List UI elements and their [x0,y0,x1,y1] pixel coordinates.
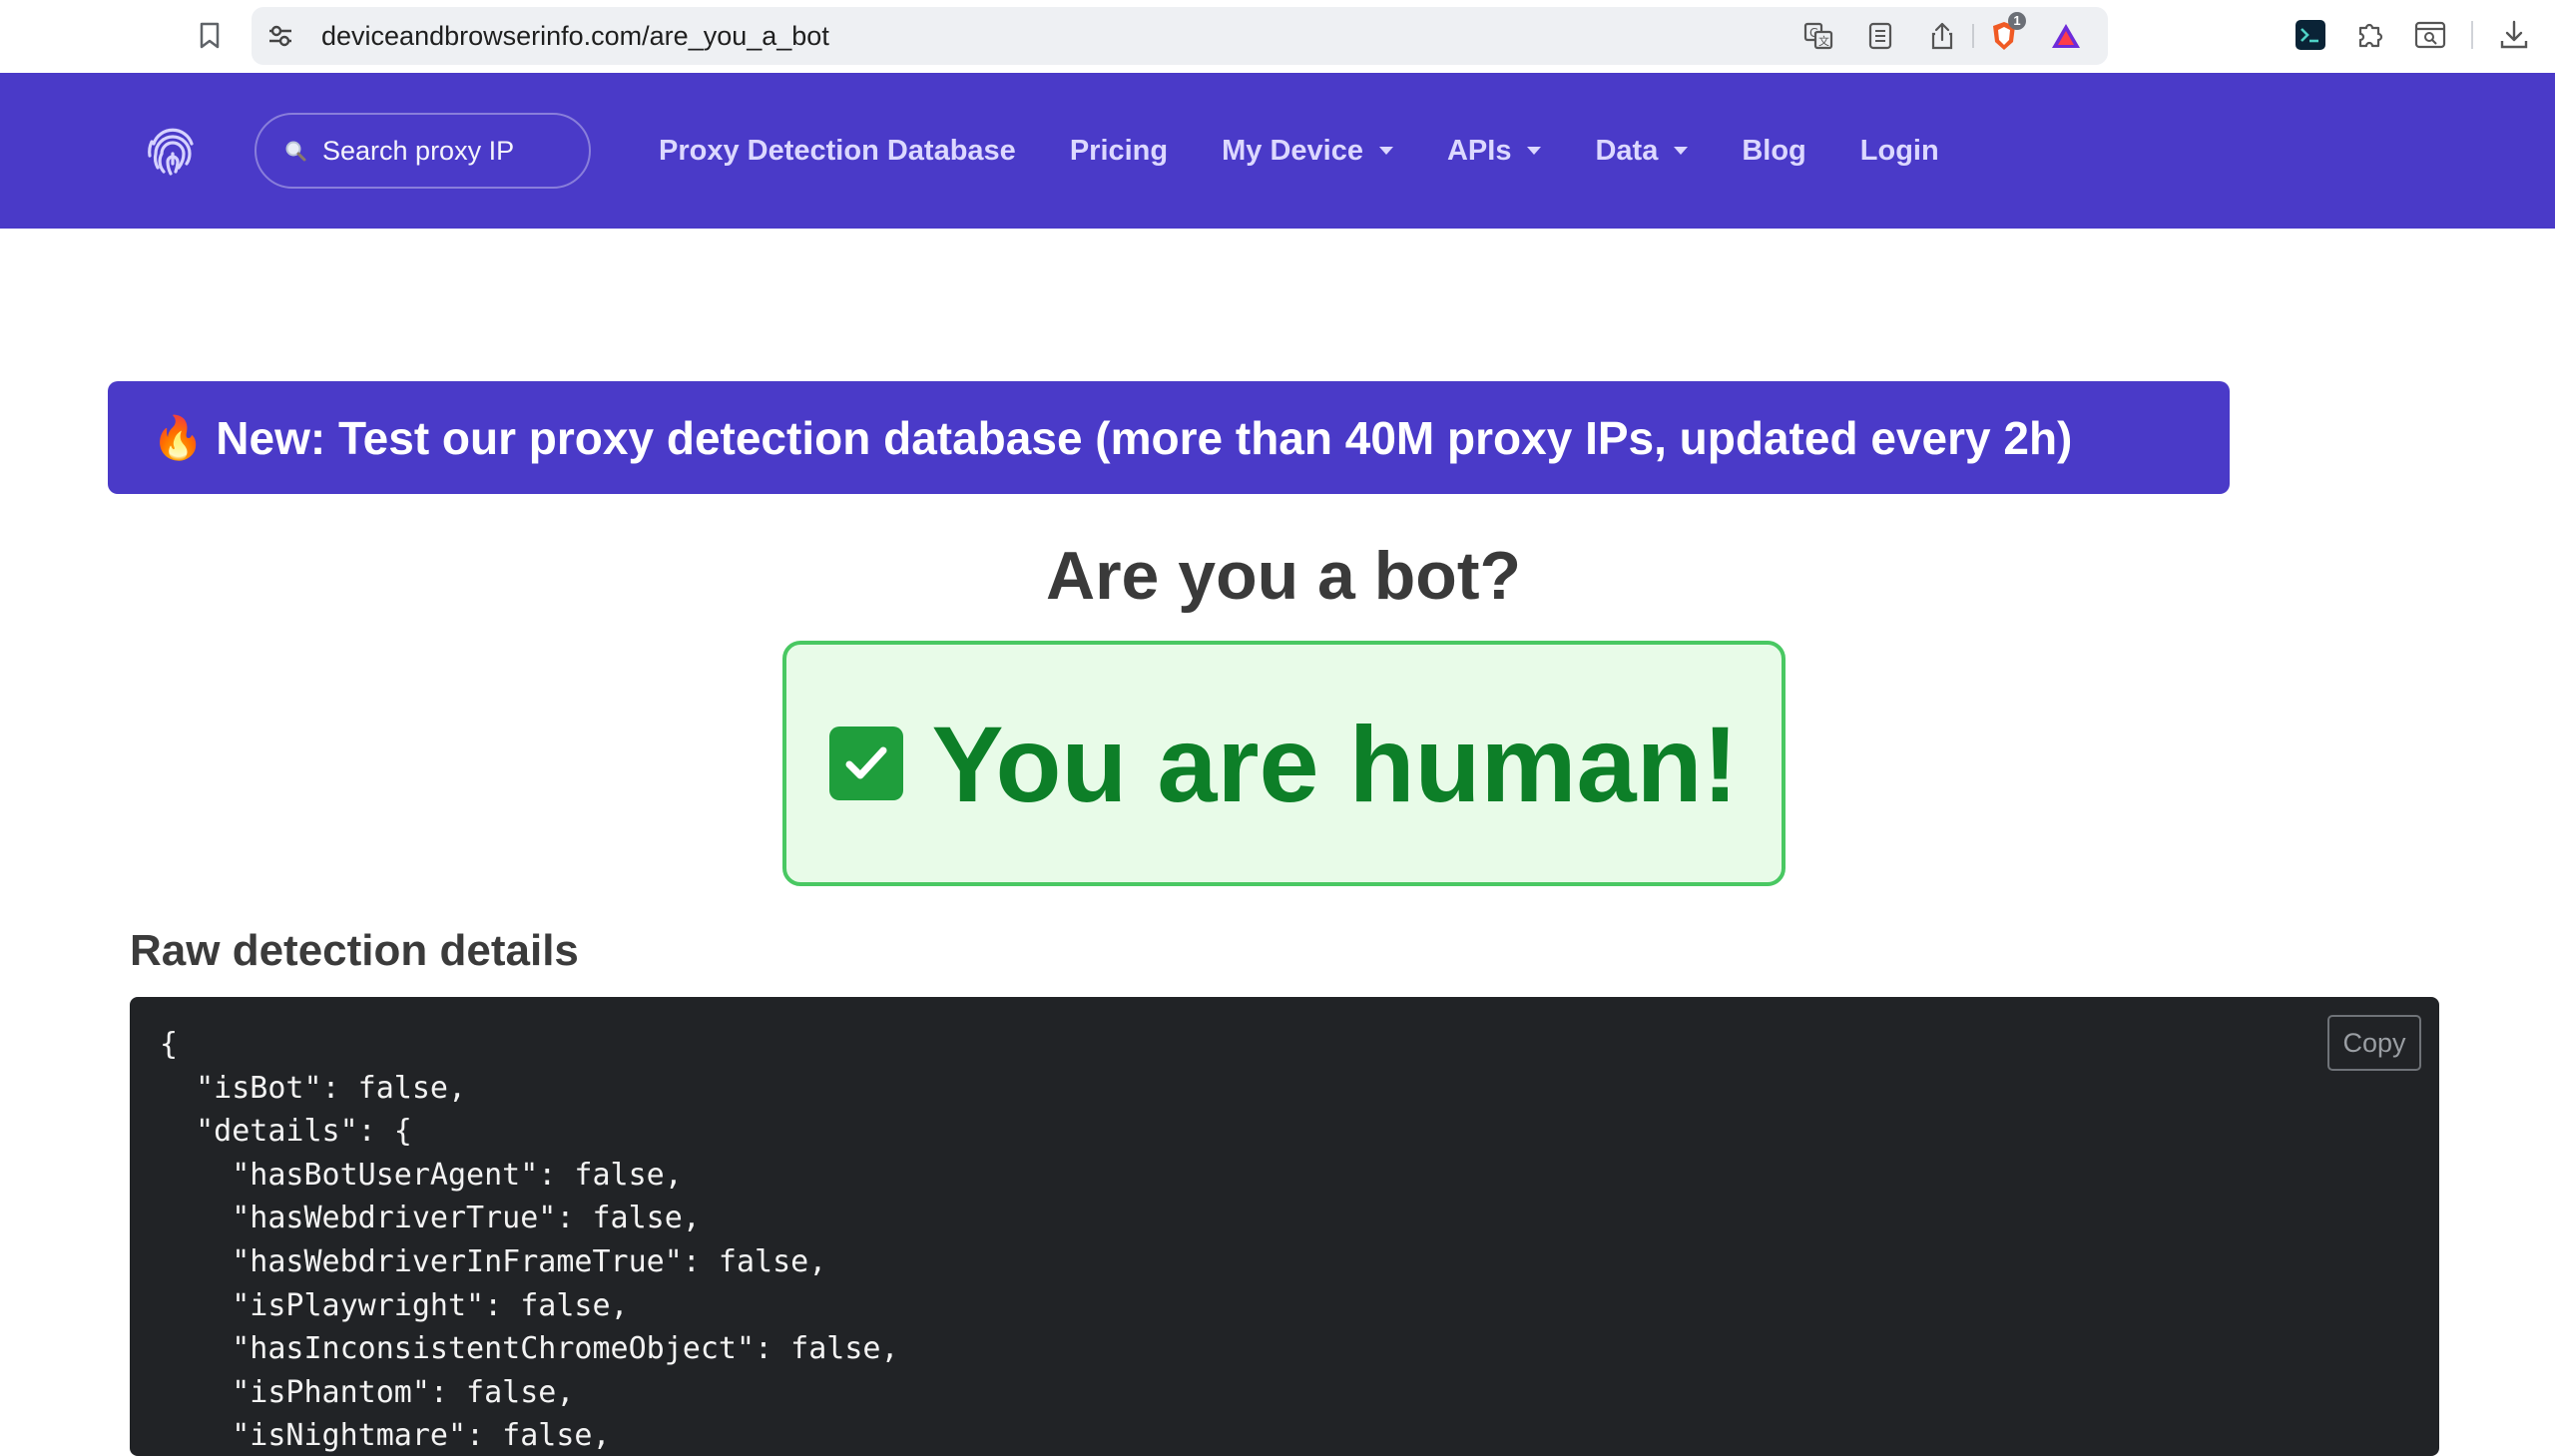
code-block: Copy { "isBot": false, "details": { "has… [130,997,2439,1456]
bookmark-icon[interactable] [192,18,228,54]
caret-down-icon [1378,147,1393,155]
divider [1972,24,1974,48]
code-line: "details": { [160,1114,412,1150]
code-line: "hasInconsistentChromeObject": false, [160,1331,899,1367]
nav-link-label: Pricing [1069,134,1169,167]
code-line: "isPhantom": false, [160,1374,575,1410]
code-line: "hasBotUserAgent": false, [160,1157,683,1193]
search-proxy-input[interactable] [320,134,560,168]
code-line: "isPlaywright": false, [160,1287,629,1323]
caret-down-icon [1674,147,1689,155]
fingerprint-logo-icon[interactable] [144,122,202,180]
nav-link-pricing[interactable]: Pricing [1070,135,1168,168]
extensions-tray [2292,16,2533,54]
url-text[interactable]: deviceandbrowserinfo.com/are_you_a_bot [321,19,829,53]
nav-link-login[interactable]: Login [1860,135,1939,168]
promo-banner[interactable]: 🔥 New: Test our proxy detection database… [108,381,2230,494]
nav-link-my-device[interactable]: My Device [1222,135,1393,168]
search-icon [282,138,308,164]
result-card: You are human! [782,641,1786,886]
nav-link-label: Blog [1742,134,1806,167]
site-settings-icon[interactable] [267,24,293,48]
page-title: Are you a bot? [1045,538,1522,614]
code-line: "isBot": false, [160,1070,467,1106]
code-line: "hasWebdriverTrue": false, [160,1201,701,1236]
caret-down-icon [1527,147,1542,155]
download-icon[interactable] [2495,16,2533,54]
result-text: You are human! [931,703,1739,824]
proxy-search-box[interactable] [255,113,591,189]
code-line: "isNightmare": false, [160,1418,611,1454]
code-line: { [160,1027,179,1062]
nav-link-blog[interactable]: Blog [1742,135,1805,168]
nav-link-label: Proxy Detection Database [659,134,1016,167]
nav-link-label: Login [1859,134,1939,167]
browser-toolbar: deviceandbrowserinfo.com/are_you_a_bot G… [0,0,2555,73]
nav-link-proxy-detection-database[interactable]: Proxy Detection Database [659,135,1016,168]
details-heading: Raw detection details [130,926,579,975]
nav-links: Proxy Detection Database Pricing My Device… [659,73,1993,229]
tab-search-icon[interactable] [2411,16,2449,54]
copy-button[interactable]: Copy [2327,1015,2421,1071]
check-mark-icon [829,727,904,800]
brave-rewards-icon[interactable] [2048,18,2084,54]
share-icon[interactable] [1924,18,1960,54]
terminal-extension-icon[interactable] [2292,16,2329,54]
reader-mode-icon[interactable] [1862,18,1898,54]
nav-link-label: My Device [1222,134,1363,167]
code-line: "hasWebdriverInFrameTrue": false, [160,1243,827,1279]
address-bar[interactable]: deviceandbrowserinfo.com/are_you_a_bot G… [252,7,2108,65]
nav-link-apis[interactable]: APIs [1446,134,1542,168]
site-navbar: Proxy Detection Database Pricing My Device… [0,73,2555,229]
nav-link-label: APIs [1446,134,1512,167]
svg-text:文: 文 [1818,34,1829,48]
translate-icon[interactable]: G文 [1800,18,1836,54]
nav-link-label: Data [1595,134,1659,167]
shield-count-badge: 1 [2008,12,2026,30]
address-bar-actions: G文 1 [1800,12,2084,54]
fire-icon: 🔥 [152,413,205,461]
json-output: { "isBot": false, "details": { "hasBotUs… [160,1023,899,1456]
puzzle-extensions-icon[interactable] [2351,16,2389,54]
divider [2471,21,2473,49]
brave-shields-icon[interactable]: 1 [1972,12,2026,54]
promo-text[interactable]: New: Test our proxy detection database (… [216,411,2072,465]
nav-link-data[interactable]: Data [1595,134,1689,168]
